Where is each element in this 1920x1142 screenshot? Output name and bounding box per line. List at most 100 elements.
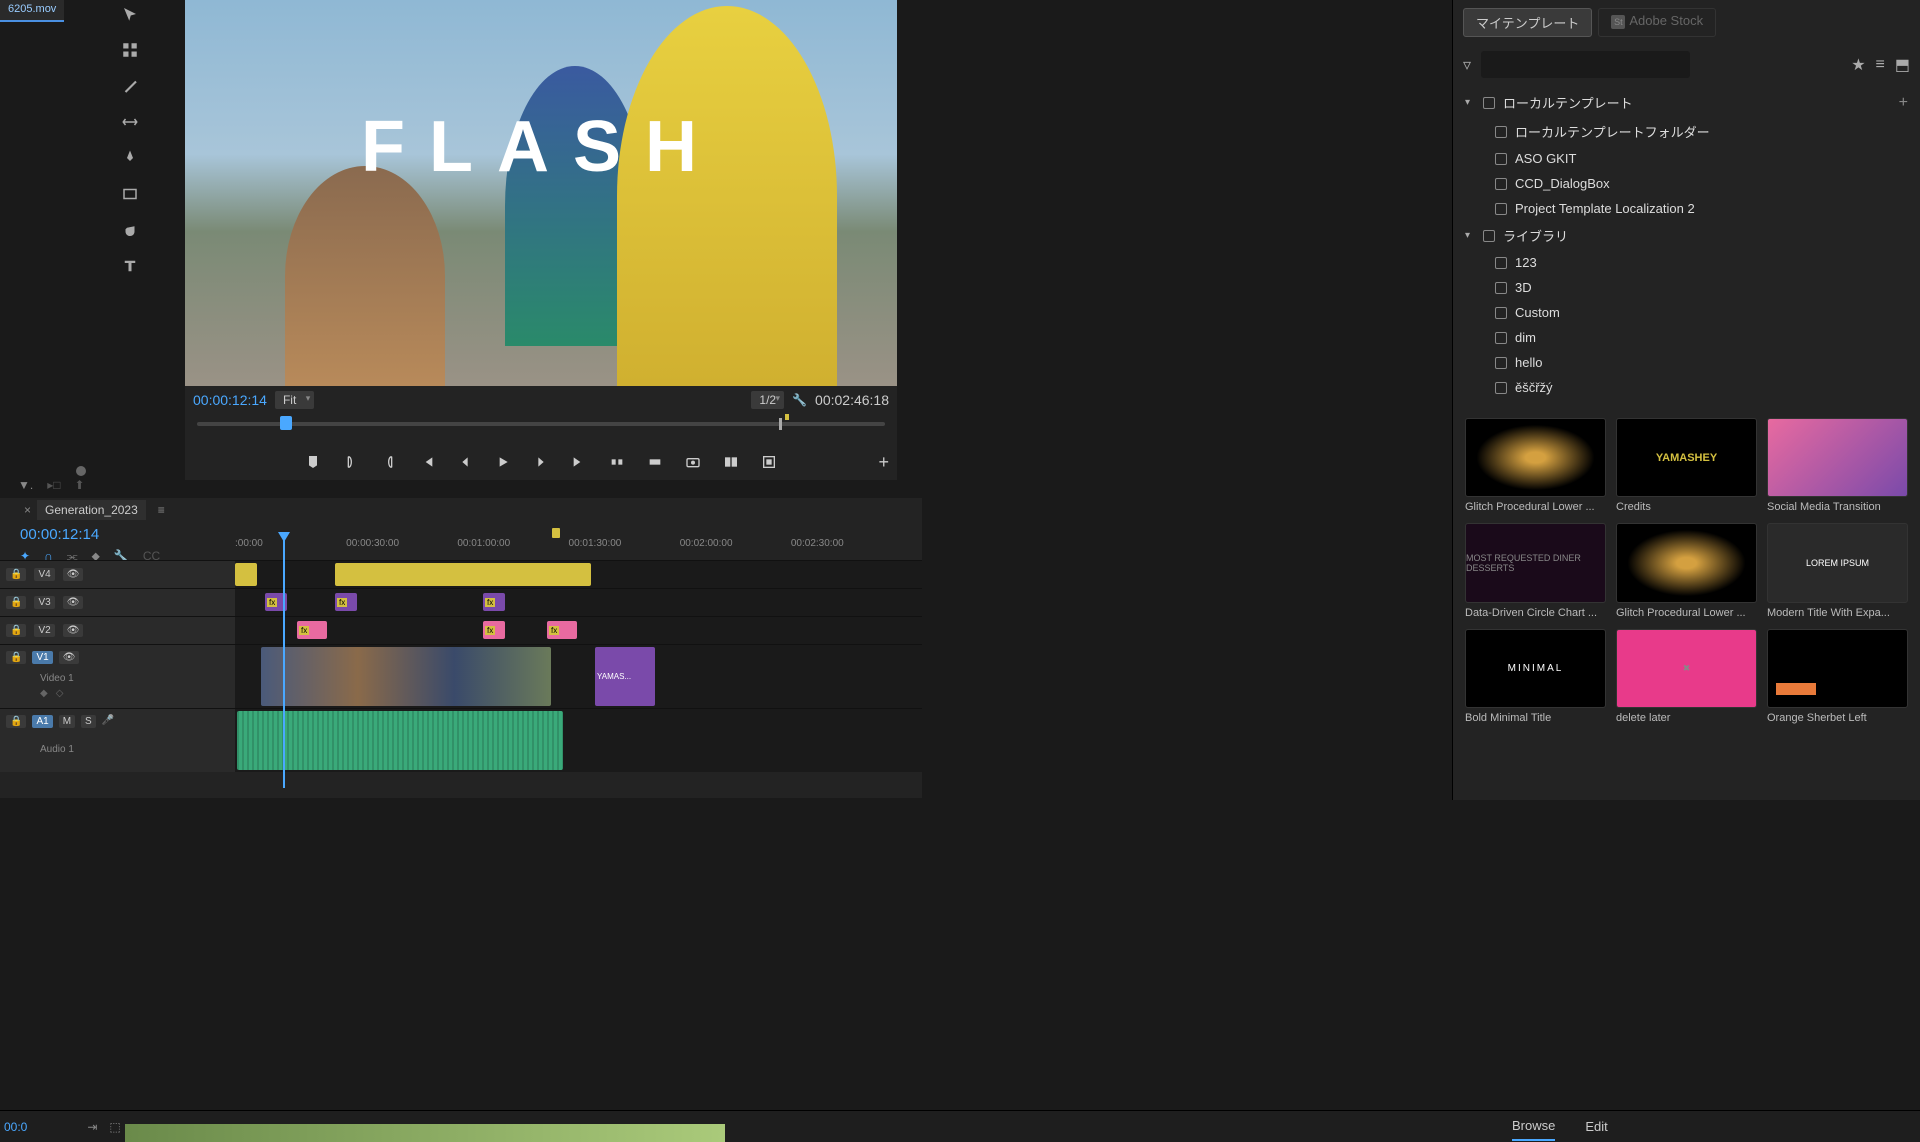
timeline-marker[interactable] xyxy=(552,528,560,538)
track-header-v3[interactable]: 🔒V3👁 xyxy=(0,589,235,616)
my-templates-tab[interactable]: マイテンプレート xyxy=(1463,8,1592,37)
add-icon[interactable]: + xyxy=(1899,94,1908,112)
tree-folder-local[interactable]: ▾ ローカルテンプレート + xyxy=(1461,88,1912,117)
tree-item[interactable]: 3D xyxy=(1461,275,1912,300)
mark-out-button[interactable] xyxy=(381,454,397,470)
wand-tool-icon[interactable] xyxy=(118,74,142,98)
new-item-icon[interactable]: ▸□ xyxy=(47,478,60,492)
adobe-stock-tab[interactable]: StAdobe Stock xyxy=(1598,8,1716,37)
template-thumbnail[interactable]: MINIMALBold Minimal Title xyxy=(1465,629,1606,724)
resolution-dropdown[interactable]: 1/2 xyxy=(751,391,784,409)
toggle-proxies-button[interactable] xyxy=(761,454,777,470)
overwrite-icon[interactable]: ⬚ xyxy=(109,1120,120,1134)
checkbox[interactable] xyxy=(1483,97,1495,109)
clip[interactable]: YAMAS... xyxy=(595,647,655,706)
marker-icon[interactable] xyxy=(785,414,789,420)
tool-icon[interactable] xyxy=(118,38,142,62)
bottom-timecode[interactable]: 00:0 xyxy=(4,1120,27,1134)
track-header-v2[interactable]: 🔒V2👁 xyxy=(0,617,235,644)
step-forward-button[interactable] xyxy=(533,454,549,470)
playhead-timecode[interactable]: 00:00:12:14 xyxy=(193,392,267,408)
thumbnail-label: Social Media Transition xyxy=(1767,501,1908,513)
template-thumbnail[interactable]: Orange Sherbet Left xyxy=(1767,629,1908,724)
tree-item[interactable]: ASO GKIT xyxy=(1461,146,1912,171)
monitor-footer: 00:00:12:14 Fit 1/2 🔧 00:02:46:18 xyxy=(185,386,897,414)
edit-tab[interactable]: Edit xyxy=(1585,1113,1607,1140)
tree-item[interactable]: 123 xyxy=(1461,250,1912,275)
template-thumbnail[interactable]: Glitch Procedural Lower ... xyxy=(1465,418,1606,513)
export-icon[interactable]: ⬆ xyxy=(75,478,85,492)
tree-item[interactable]: ěščřžý xyxy=(1461,375,1912,400)
time-ruler[interactable]: :00:00 00:00:30:00 00:01:00:00 00:01:30:… xyxy=(235,538,902,556)
template-thumbnail[interactable]: LOREM IPSUMModern Title With Expa... xyxy=(1767,523,1908,618)
scroll-knob[interactable] xyxy=(76,466,86,476)
template-thumbnail[interactable]: YAMASHEYCredits xyxy=(1616,418,1757,513)
selection-tool-icon[interactable] xyxy=(118,2,142,26)
tree-item[interactable]: hello xyxy=(1461,350,1912,375)
tree-item[interactable]: dim xyxy=(1461,325,1912,350)
type-tool-icon[interactable] xyxy=(118,254,142,278)
insert-icon[interactable]: ⇥ xyxy=(87,1120,97,1134)
template-search-input[interactable] xyxy=(1481,51,1690,78)
arrows-tool-icon[interactable] xyxy=(118,110,142,134)
template-thumbnail[interactable]: Glitch Procedural Lower ... xyxy=(1616,523,1757,618)
template-tree: ▾ ローカルテンプレート + ローカルテンプレートフォルダー ASO GKIT … xyxy=(1453,84,1920,408)
play-button[interactable] xyxy=(495,454,511,470)
zoom-fit-dropdown[interactable]: Fit xyxy=(275,391,314,409)
track-header-v1[interactable]: 🔒V1👁 Video 1 ◆◇ xyxy=(0,645,235,708)
panel-menu-icon[interactable]: ≡ xyxy=(158,503,165,517)
sort-icon[interactable]: ≡ xyxy=(1876,56,1885,74)
clip[interactable]: fx xyxy=(547,621,577,639)
checkbox[interactable] xyxy=(1483,230,1495,242)
lift-button[interactable] xyxy=(609,454,625,470)
mark-in-button[interactable] xyxy=(343,454,359,470)
audio-clip[interactable] xyxy=(237,711,563,770)
chevron-down-icon[interactable]: ▾ xyxy=(1465,230,1475,241)
playhead[interactable] xyxy=(283,538,285,788)
timeline-timecode[interactable]: 00:00:12:14 xyxy=(20,526,99,543)
sequence-tab[interactable]: Generation_2023 xyxy=(37,500,146,520)
clip[interactable]: fx xyxy=(483,593,505,611)
clip[interactable] xyxy=(335,563,591,586)
browse-tab[interactable]: Browse xyxy=(1512,1112,1555,1141)
tree-item[interactable]: Custom xyxy=(1461,300,1912,325)
video-clip[interactable] xyxy=(261,647,551,706)
tree-item[interactable]: CCD_DialogBox xyxy=(1461,171,1912,196)
source-clip-tab[interactable]: 6205.mov xyxy=(0,0,64,22)
add-marker-button[interactable] xyxy=(305,454,321,470)
extract-button[interactable] xyxy=(647,454,663,470)
pen-tool-icon[interactable] xyxy=(118,146,142,170)
clip[interactable] xyxy=(235,563,257,586)
rectangle-tool-icon[interactable] xyxy=(118,182,142,206)
clip[interactable]: fx xyxy=(335,593,357,611)
go-to-out-button[interactable] xyxy=(571,454,587,470)
step-back-button[interactable] xyxy=(457,454,473,470)
export-frame-button[interactable] xyxy=(685,454,701,470)
go-to-in-button[interactable] xyxy=(419,454,435,470)
filter-icon[interactable]: ▼. xyxy=(18,478,33,492)
close-tab-icon[interactable]: × xyxy=(24,503,31,517)
clip[interactable]: fx xyxy=(483,621,505,639)
favorite-icon[interactable]: ★ xyxy=(1851,55,1865,75)
button-editor-icon[interactable]: + xyxy=(878,452,889,473)
filter-icon[interactable]: ▿ xyxy=(1463,55,1471,75)
comparison-view-button[interactable] xyxy=(723,454,739,470)
template-thumbnail[interactable]: MOST REQUESTED DINER DESSERTSData-Driven… xyxy=(1465,523,1606,618)
clip[interactable]: fx xyxy=(297,621,327,639)
tree-item[interactable]: Project Template Localization 2 xyxy=(1461,196,1912,221)
template-thumbnail[interactable]: ✖delete later xyxy=(1616,629,1757,724)
video-preview[interactable]: FLASH xyxy=(185,0,897,386)
settings-icon[interactable]: 🔧 xyxy=(792,393,807,407)
template-thumbnail[interactable]: Social Media Transition xyxy=(1767,418,1908,513)
track-header-v4[interactable]: 🔒V4👁 xyxy=(0,561,235,588)
track-header-a1[interactable]: 🔒A1MS🎤 Audio 1 xyxy=(0,709,235,772)
tree-item[interactable]: ローカルテンプレートフォルダー xyxy=(1461,117,1912,146)
transport-controls: + xyxy=(185,444,897,480)
scrub-playhead[interactable] xyxy=(280,416,292,430)
hand-tool-icon[interactable] xyxy=(118,218,142,242)
chevron-down-icon[interactable]: ▾ xyxy=(1465,97,1475,108)
monitor-scrubber[interactable] xyxy=(185,414,897,444)
tree-folder-library[interactable]: ▾ ライブラリ xyxy=(1461,221,1912,250)
new-library-icon[interactable]: ⬒ xyxy=(1895,55,1910,75)
out-point[interactable] xyxy=(779,418,782,430)
